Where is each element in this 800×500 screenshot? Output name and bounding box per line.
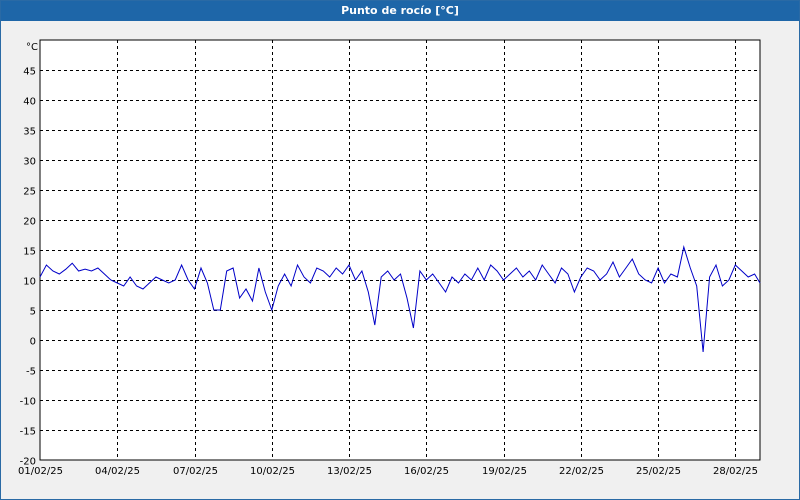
y-tick-label: -5 [26,367,36,378]
x-tick-label: 19/02/25 [482,466,527,477]
x-tick-label: 10/02/25 [250,466,295,477]
y-axis-ticks: -20-15-10-5051015202530354045 [20,67,36,468]
x-tick-label: 07/02/25 [173,466,218,477]
y-tick-label: 0 [30,337,36,348]
y-tick-label: 5 [30,307,36,318]
y-tick-label: 35 [23,127,36,138]
y-axis-unit-label: °C [26,42,38,53]
y-tick-label: 25 [23,187,36,198]
y-tick-label: 45 [23,67,36,78]
y-tick-label: 15 [23,247,36,258]
chart-canvas: -20-15-10-5051015202530354045 01/02/25 04… [18,39,761,477]
x-tick-label: 04/02/25 [95,466,140,477]
x-tick-label: 16/02/25 [404,466,449,477]
x-tick-label: 22/02/25 [559,466,604,477]
y-tick-label: 10 [23,277,36,288]
y-tick-label: 20 [23,217,36,228]
x-tick-label: 13/02/25 [327,466,372,477]
y-tick-label: -15 [20,427,36,438]
y-tick-label: 30 [23,157,36,168]
y-tick-label: 40 [23,97,36,108]
y-tick-label: -10 [20,397,36,408]
x-tick-label: 28/02/25 [713,466,758,477]
x-axis-ticks: 01/02/25 04/02/25 07/02/25 10/02/25 13/02/25… [18,466,758,477]
x-tick-label: 25/02/25 [636,466,681,477]
x-tick-label: 01/02/25 [18,466,63,477]
